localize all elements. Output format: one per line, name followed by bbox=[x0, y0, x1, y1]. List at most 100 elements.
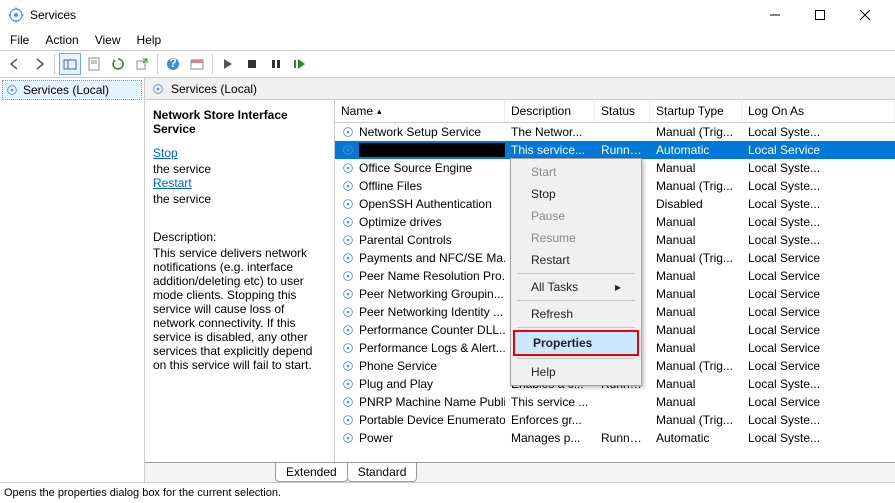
window-title: Services bbox=[30, 8, 752, 22]
menu-view[interactable]: View bbox=[89, 31, 127, 49]
service-logon: Local Service bbox=[742, 358, 895, 374]
ctx-start: Start bbox=[513, 161, 639, 183]
service-startup: Manual bbox=[650, 340, 742, 356]
ctx-stop[interactable]: Stop bbox=[513, 183, 639, 205]
service-startup: Disabled bbox=[650, 196, 742, 212]
pause-service-button[interactable] bbox=[265, 53, 287, 75]
detail-header-label: Services (Local) bbox=[171, 82, 257, 96]
column-startup[interactable]: Startup Type bbox=[650, 100, 742, 122]
tree-pane: Services (Local) bbox=[0, 78, 145, 482]
refresh-button[interactable] bbox=[107, 53, 129, 75]
service-logon: Local Service bbox=[742, 142, 895, 158]
app-icon bbox=[8, 7, 24, 23]
description-label: Description: bbox=[153, 230, 326, 244]
service-row[interactable]: Network Store Interface ServiceThis serv… bbox=[335, 141, 895, 159]
service-name: Plug and Play bbox=[359, 377, 433, 391]
tab-standard[interactable]: Standard bbox=[347, 463, 418, 482]
service-startup: Manual bbox=[650, 160, 742, 176]
gear-icon bbox=[341, 143, 355, 157]
service-logon: Local Service bbox=[742, 286, 895, 302]
service-row[interactable]: PowerManages p...RunningAutomaticLocal S… bbox=[335, 429, 895, 447]
list-header: Name▴ Description Status Startup Type Lo… bbox=[335, 100, 895, 123]
maximize-button[interactable] bbox=[797, 0, 842, 30]
service-startup: Manual bbox=[650, 214, 742, 230]
export-button[interactable] bbox=[131, 53, 153, 75]
show-hide-tree-button[interactable] bbox=[59, 53, 81, 75]
close-button[interactable] bbox=[842, 0, 887, 30]
gear-icon bbox=[341, 179, 355, 193]
back-button[interactable] bbox=[4, 53, 26, 75]
title-bar: Services bbox=[0, 0, 895, 30]
service-startup: Manual bbox=[650, 232, 742, 248]
toolbar-icon[interactable] bbox=[186, 53, 208, 75]
service-row[interactable]: Network Setup ServiceThe Networ...Manual… bbox=[335, 123, 895, 141]
minimize-button[interactable] bbox=[752, 0, 797, 30]
service-desc: This service ... bbox=[505, 394, 595, 410]
ctx-pause: Pause bbox=[513, 205, 639, 227]
service-startup: Automatic bbox=[650, 430, 742, 446]
svg-text:?: ? bbox=[169, 57, 176, 70]
menu-help[interactable]: Help bbox=[131, 31, 168, 49]
service-name: Optimize drives bbox=[359, 215, 442, 229]
detail-left-pane: Network Store Interface Service Stop the… bbox=[145, 100, 335, 462]
service-row[interactable]: Portable Device Enumerator...Enforces gr… bbox=[335, 411, 895, 429]
service-startup: Manual bbox=[650, 286, 742, 302]
gear-icon bbox=[341, 413, 355, 427]
gear-icon bbox=[341, 323, 355, 337]
column-name[interactable]: Name▴ bbox=[335, 100, 505, 122]
help-toolbar-button[interactable]: ? bbox=[162, 53, 184, 75]
service-name: Network Setup Service bbox=[359, 125, 481, 139]
gear-icon bbox=[341, 161, 355, 175]
restart-link[interactable]: Restart bbox=[153, 176, 326, 190]
menu-file[interactable]: File bbox=[4, 31, 35, 49]
service-name: Performance Logs & Alert... bbox=[359, 341, 505, 355]
start-service-button[interactable] bbox=[217, 53, 239, 75]
gear-icon bbox=[341, 377, 355, 391]
gear-icon bbox=[151, 82, 165, 96]
gear-icon bbox=[341, 305, 355, 319]
service-name: Parental Controls bbox=[359, 233, 452, 247]
gear-icon bbox=[5, 83, 19, 97]
column-description[interactable]: Description bbox=[505, 100, 595, 122]
properties-toolbar-button[interactable] bbox=[83, 53, 105, 75]
service-row[interactable]: PNRP Machine Name Publi...This service .… bbox=[335, 393, 895, 411]
service-name: Performance Counter DLL... bbox=[359, 323, 505, 337]
service-status bbox=[595, 419, 650, 421]
ctx-properties[interactable]: Properties bbox=[513, 330, 639, 356]
submenu-arrow-icon: ▸ bbox=[615, 280, 621, 294]
gear-icon bbox=[341, 125, 355, 139]
stop-link[interactable]: Stop bbox=[153, 146, 326, 160]
description-text: This service delivers network notificati… bbox=[153, 246, 326, 372]
service-logon: Local Syste... bbox=[742, 124, 895, 140]
service-logon: Local Service bbox=[742, 340, 895, 356]
toolbar: ? bbox=[0, 50, 895, 78]
service-desc: Manages p... bbox=[505, 430, 595, 446]
ctx-help[interactable]: Help bbox=[513, 361, 639, 383]
service-name: Peer Networking Groupin... bbox=[359, 287, 504, 301]
service-name: Peer Networking Identity ... bbox=[359, 305, 503, 319]
gear-icon bbox=[341, 251, 355, 265]
service-logon: Local Syste... bbox=[742, 430, 895, 446]
stop-service-button[interactable] bbox=[241, 53, 263, 75]
selected-service-title: Network Store Interface Service bbox=[153, 108, 326, 136]
ctx-all-tasks[interactable]: All Tasks▸ bbox=[513, 276, 639, 298]
service-status: Running bbox=[595, 430, 650, 446]
gear-icon bbox=[341, 341, 355, 355]
tab-extended[interactable]: Extended bbox=[275, 463, 348, 482]
service-logon: Local Service bbox=[742, 322, 895, 338]
service-name: Phone Service bbox=[359, 359, 437, 373]
menu-action[interactable]: Action bbox=[39, 31, 84, 49]
restart-service-button[interactable] bbox=[289, 53, 311, 75]
service-logon: Local Syste... bbox=[742, 232, 895, 248]
service-startup: Manual bbox=[650, 304, 742, 320]
ctx-refresh[interactable]: Refresh bbox=[513, 303, 639, 325]
column-logon[interactable]: Log On As bbox=[742, 100, 895, 122]
tree-item-services-local[interactable]: Services (Local) bbox=[2, 80, 142, 100]
column-status[interactable]: Status bbox=[595, 100, 650, 122]
forward-button[interactable] bbox=[28, 53, 50, 75]
service-desc: This service... bbox=[505, 142, 595, 158]
service-status: Running bbox=[595, 142, 650, 158]
ctx-restart[interactable]: Restart bbox=[513, 249, 639, 271]
service-name: PNRP Machine Name Publi... bbox=[359, 395, 505, 409]
service-startup: Manual (Trig... bbox=[650, 358, 742, 374]
